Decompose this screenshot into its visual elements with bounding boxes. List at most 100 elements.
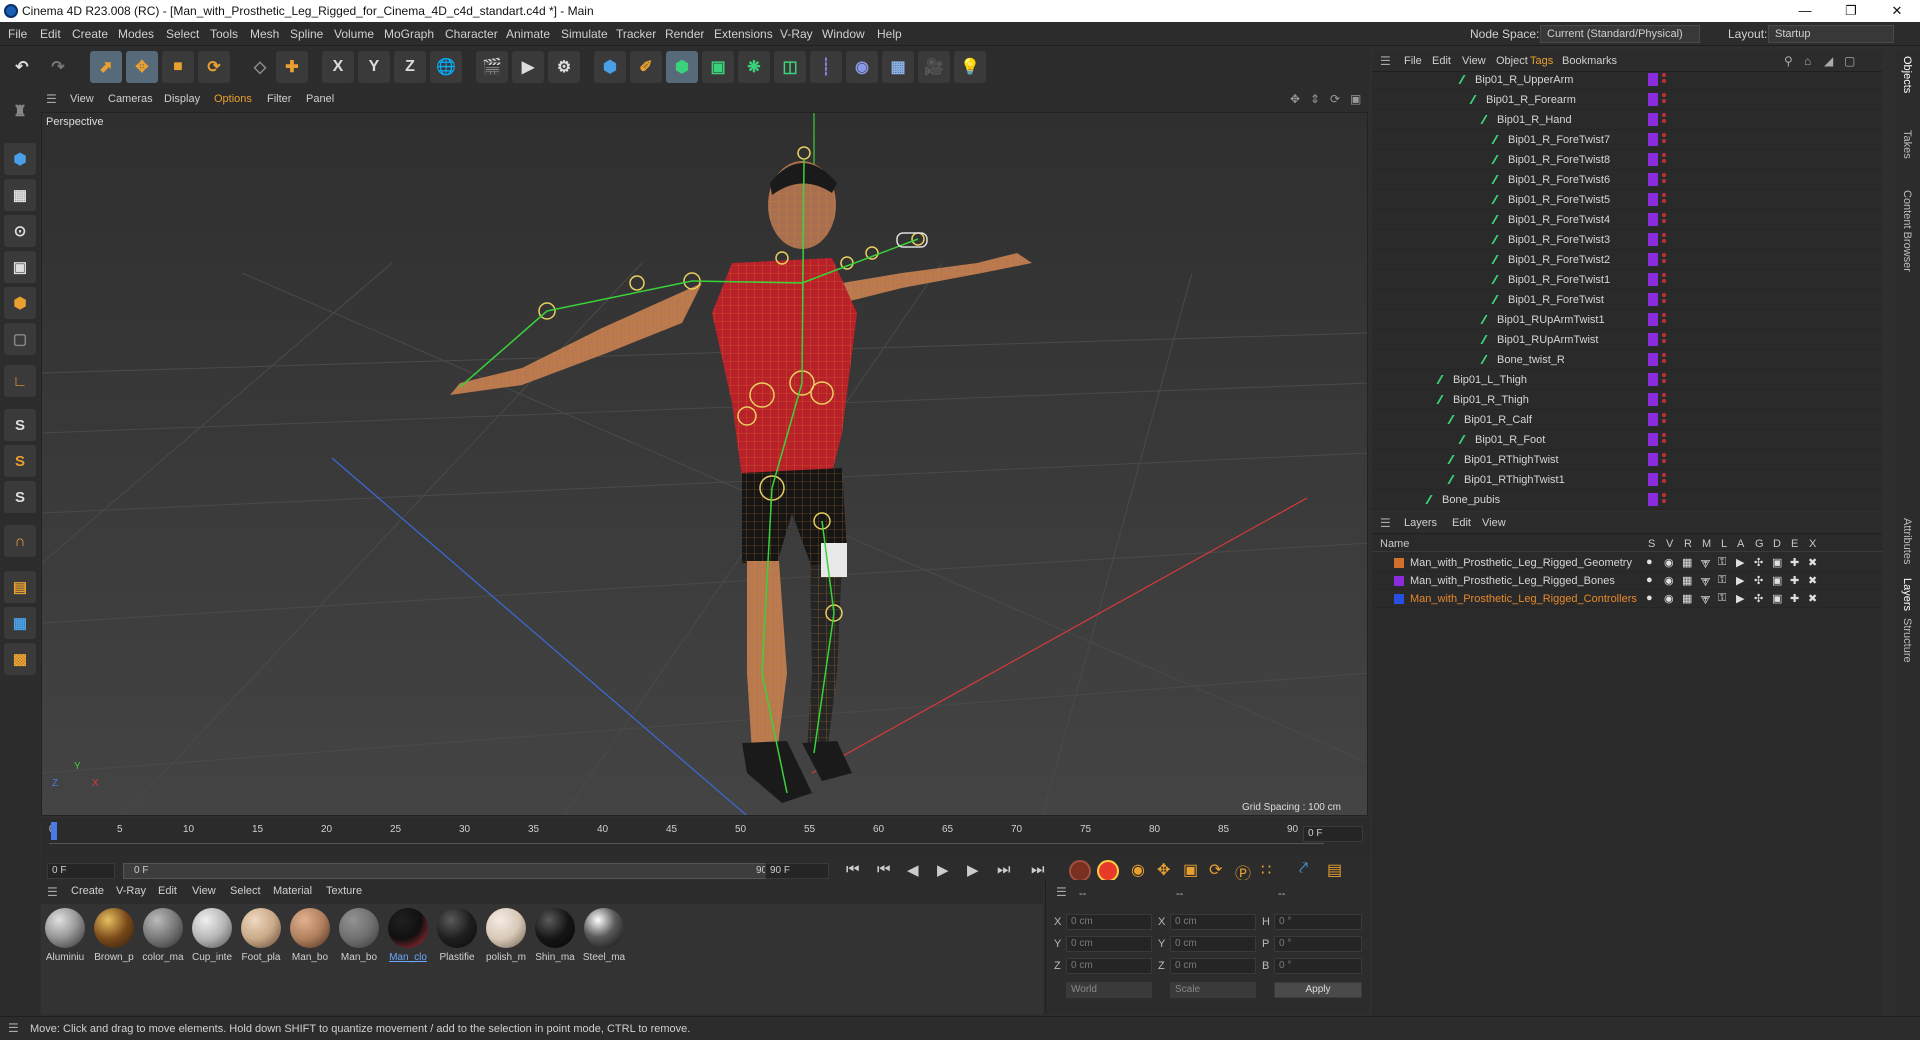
key-scale-icon[interactable]: ▣ [1183,860,1198,880]
layer-name[interactable]: Man_with_Prosthetic_Leg_Rigged_Controlle… [1410,593,1637,605]
layer-color-swatch[interactable] [1648,473,1658,486]
deformers-icon[interactable]: ▣ [1772,556,1782,569]
menu-volume[interactable]: Volume [334,27,374,41]
mograph-icon[interactable]: ◫ [774,51,806,83]
redo-icon[interactable]: ↷ [42,51,74,83]
lock-x-axis-icon[interactable]: X [322,51,354,83]
visibility-dots-icon[interactable] [1662,373,1666,387]
texture-mode-icon[interactable]: ▦ [4,179,36,211]
end-frame-field[interactable]: 90 F [765,863,829,879]
position-x-field[interactable]: 0 cm [1066,914,1152,930]
layer-color-swatch[interactable] [1394,576,1404,586]
range-slider[interactable]: 0 F 90 F [123,863,783,879]
visibility-dots-icon[interactable] [1662,473,1666,487]
visibility-dots-icon[interactable] [1662,493,1666,507]
lock-icon[interactable]: ⚿ [1718,556,1726,569]
animation-icon[interactable]: ▶ [1736,592,1744,605]
layer-row[interactable]: Man_with_Prosthetic_Leg_Rigged_Controlle… [1372,590,1882,608]
layer-color-swatch[interactable] [1648,413,1658,426]
object-row[interactable]: Bip01_R_ForeTwist5 [1372,190,1882,210]
object-name[interactable]: Bip01_RThighTwist1 [1464,474,1565,486]
render-settings-icon[interactable]: ⚙ [548,51,580,83]
material-menu-edit[interactable]: Edit [158,885,177,897]
layer-name[interactable]: Man_with_Prosthetic_Leg_Rigged_Bones [1410,575,1615,587]
visibility-dots-icon[interactable] [1662,93,1666,107]
hamburger-icon[interactable]: ☰ [47,885,58,899]
menu-tools[interactable]: Tools [210,27,238,41]
manager-icon[interactable]: ⮗ [1700,592,1711,611]
menu-edit[interactable]: Edit [40,27,61,41]
xref-icon[interactable]: ✖ [1808,592,1817,605]
material-swatch[interactable]: polish_m [484,908,528,963]
object-name[interactable]: Bip01_L_Thigh [1453,374,1527,386]
material-swatch[interactable]: Plastifie [435,908,479,963]
xref-icon[interactable]: ✖ [1808,556,1817,569]
animation-icon[interactable]: ▶ [1736,556,1744,569]
solo-icon[interactable]: ● [1646,592,1653,604]
material-menu-select[interactable]: Select [230,885,261,897]
expressions-icon[interactable]: ✚ [1790,556,1799,569]
solo-mode-icon[interactable]: S [4,409,36,441]
visibility-dots-icon[interactable] [1662,113,1666,127]
tab-objects[interactable]: Objects [1901,56,1913,93]
render-view-icon[interactable]: 🎬 [476,51,508,83]
close-button[interactable]: ✕ [1874,0,1920,22]
visibility-dots-icon[interactable] [1662,333,1666,347]
xref-icon[interactable]: ✖ [1808,574,1817,587]
layer-menu-view[interactable]: View [1482,517,1506,529]
tab-layers[interactable]: Layers [1901,578,1913,611]
size-y-field[interactable]: 0 cm [1170,936,1256,952]
visibility-dots-icon[interactable] [1662,313,1666,327]
layer-color-swatch[interactable] [1648,393,1658,406]
render-icon[interactable]: ▦ [1682,556,1692,569]
animation-icon[interactable]: ▶ [1736,574,1744,587]
material-swatch[interactable]: color_ma [141,908,185,963]
layer-color-swatch[interactable] [1648,493,1658,506]
field-icon[interactable]: ◉ [846,51,878,83]
start-frame-field[interactable]: 0 F [47,863,115,879]
solo-selection-icon[interactable]: S [4,481,36,513]
material-menu-view[interactable]: View [192,885,216,897]
scale-dropdown[interactable]: Scale [1170,982,1256,998]
object-name[interactable]: Bip01_R_ForeTwist6 [1508,174,1610,186]
rotation-h-field[interactable]: 0 ° [1274,914,1362,930]
layer-color-swatch[interactable] [1648,273,1658,286]
object-row[interactable]: Bip01_R_ForeTwist4 [1372,210,1882,230]
hamburger-icon[interactable]: ☰ [8,1021,19,1035]
scale-tool-icon[interactable]: ■ [162,51,194,83]
deformer-icon[interactable]: ┊ [810,51,842,83]
object-name[interactable]: Bip01_RThighTwist [1464,454,1559,466]
layer-row[interactable]: Man_with_Prosthetic_Leg_Rigged_Bones ● ◉ ▦ ⮗… [1372,572,1882,590]
cube-object-icon[interactable]: ⬢ [594,51,626,83]
layer-color-swatch[interactable] [1648,133,1658,146]
object-name[interactable]: Bip01_R_Thigh [1453,394,1529,406]
viewport-menu-options[interactable]: Options [214,93,252,105]
menu-tracker[interactable]: Tracker [616,27,656,41]
layer-color-swatch[interactable] [1648,93,1658,106]
position-z-field[interactable]: 0 cm [1066,958,1152,974]
light-icon[interactable]: 💡 [954,51,986,83]
lock-z-axis-icon[interactable]: Z [394,51,426,83]
material-menu-texture[interactable]: Texture [326,885,362,897]
visibility-icon[interactable]: ◉ [1664,556,1674,569]
rotate-tool-icon[interactable]: ⟳ [198,51,230,83]
nodespace-dropdown[interactable]: Current (Standard/Physical) [1540,25,1700,43]
locked-workplane-icon[interactable]: ▩ [4,643,36,675]
menu-file[interactable]: File [8,27,27,41]
object-name[interactable]: Bip01_R_ForeTwist8 [1508,154,1610,166]
apply-button[interactable]: Apply [1274,982,1362,998]
object-name[interactable]: Bip01_RUpArmTwist1 [1497,314,1605,326]
menu-render[interactable]: Render [665,27,704,41]
key-rotation-icon[interactable]: ⟳ [1209,860,1222,880]
size-z-field[interactable]: 0 cm [1170,958,1256,974]
expressions-icon[interactable]: ✚ [1790,592,1799,605]
motion-system-icon[interactable]: ⤤ [1299,860,1308,878]
object-row[interactable]: Bip01_R_Forearm [1372,90,1882,110]
viewport-menu-display[interactable]: Display [164,93,200,105]
layer-menu-layers[interactable]: Layers [1404,517,1437,529]
layer-color-swatch[interactable] [1648,253,1658,266]
object-name[interactable]: Bip01_R_Hand [1497,114,1572,126]
current-frame-field[interactable]: 0 F [1303,826,1363,842]
hamburger-icon[interactable]: ☰ [1380,54,1391,68]
viewport-rotate-icon[interactable]: ⟳ [1330,92,1340,106]
